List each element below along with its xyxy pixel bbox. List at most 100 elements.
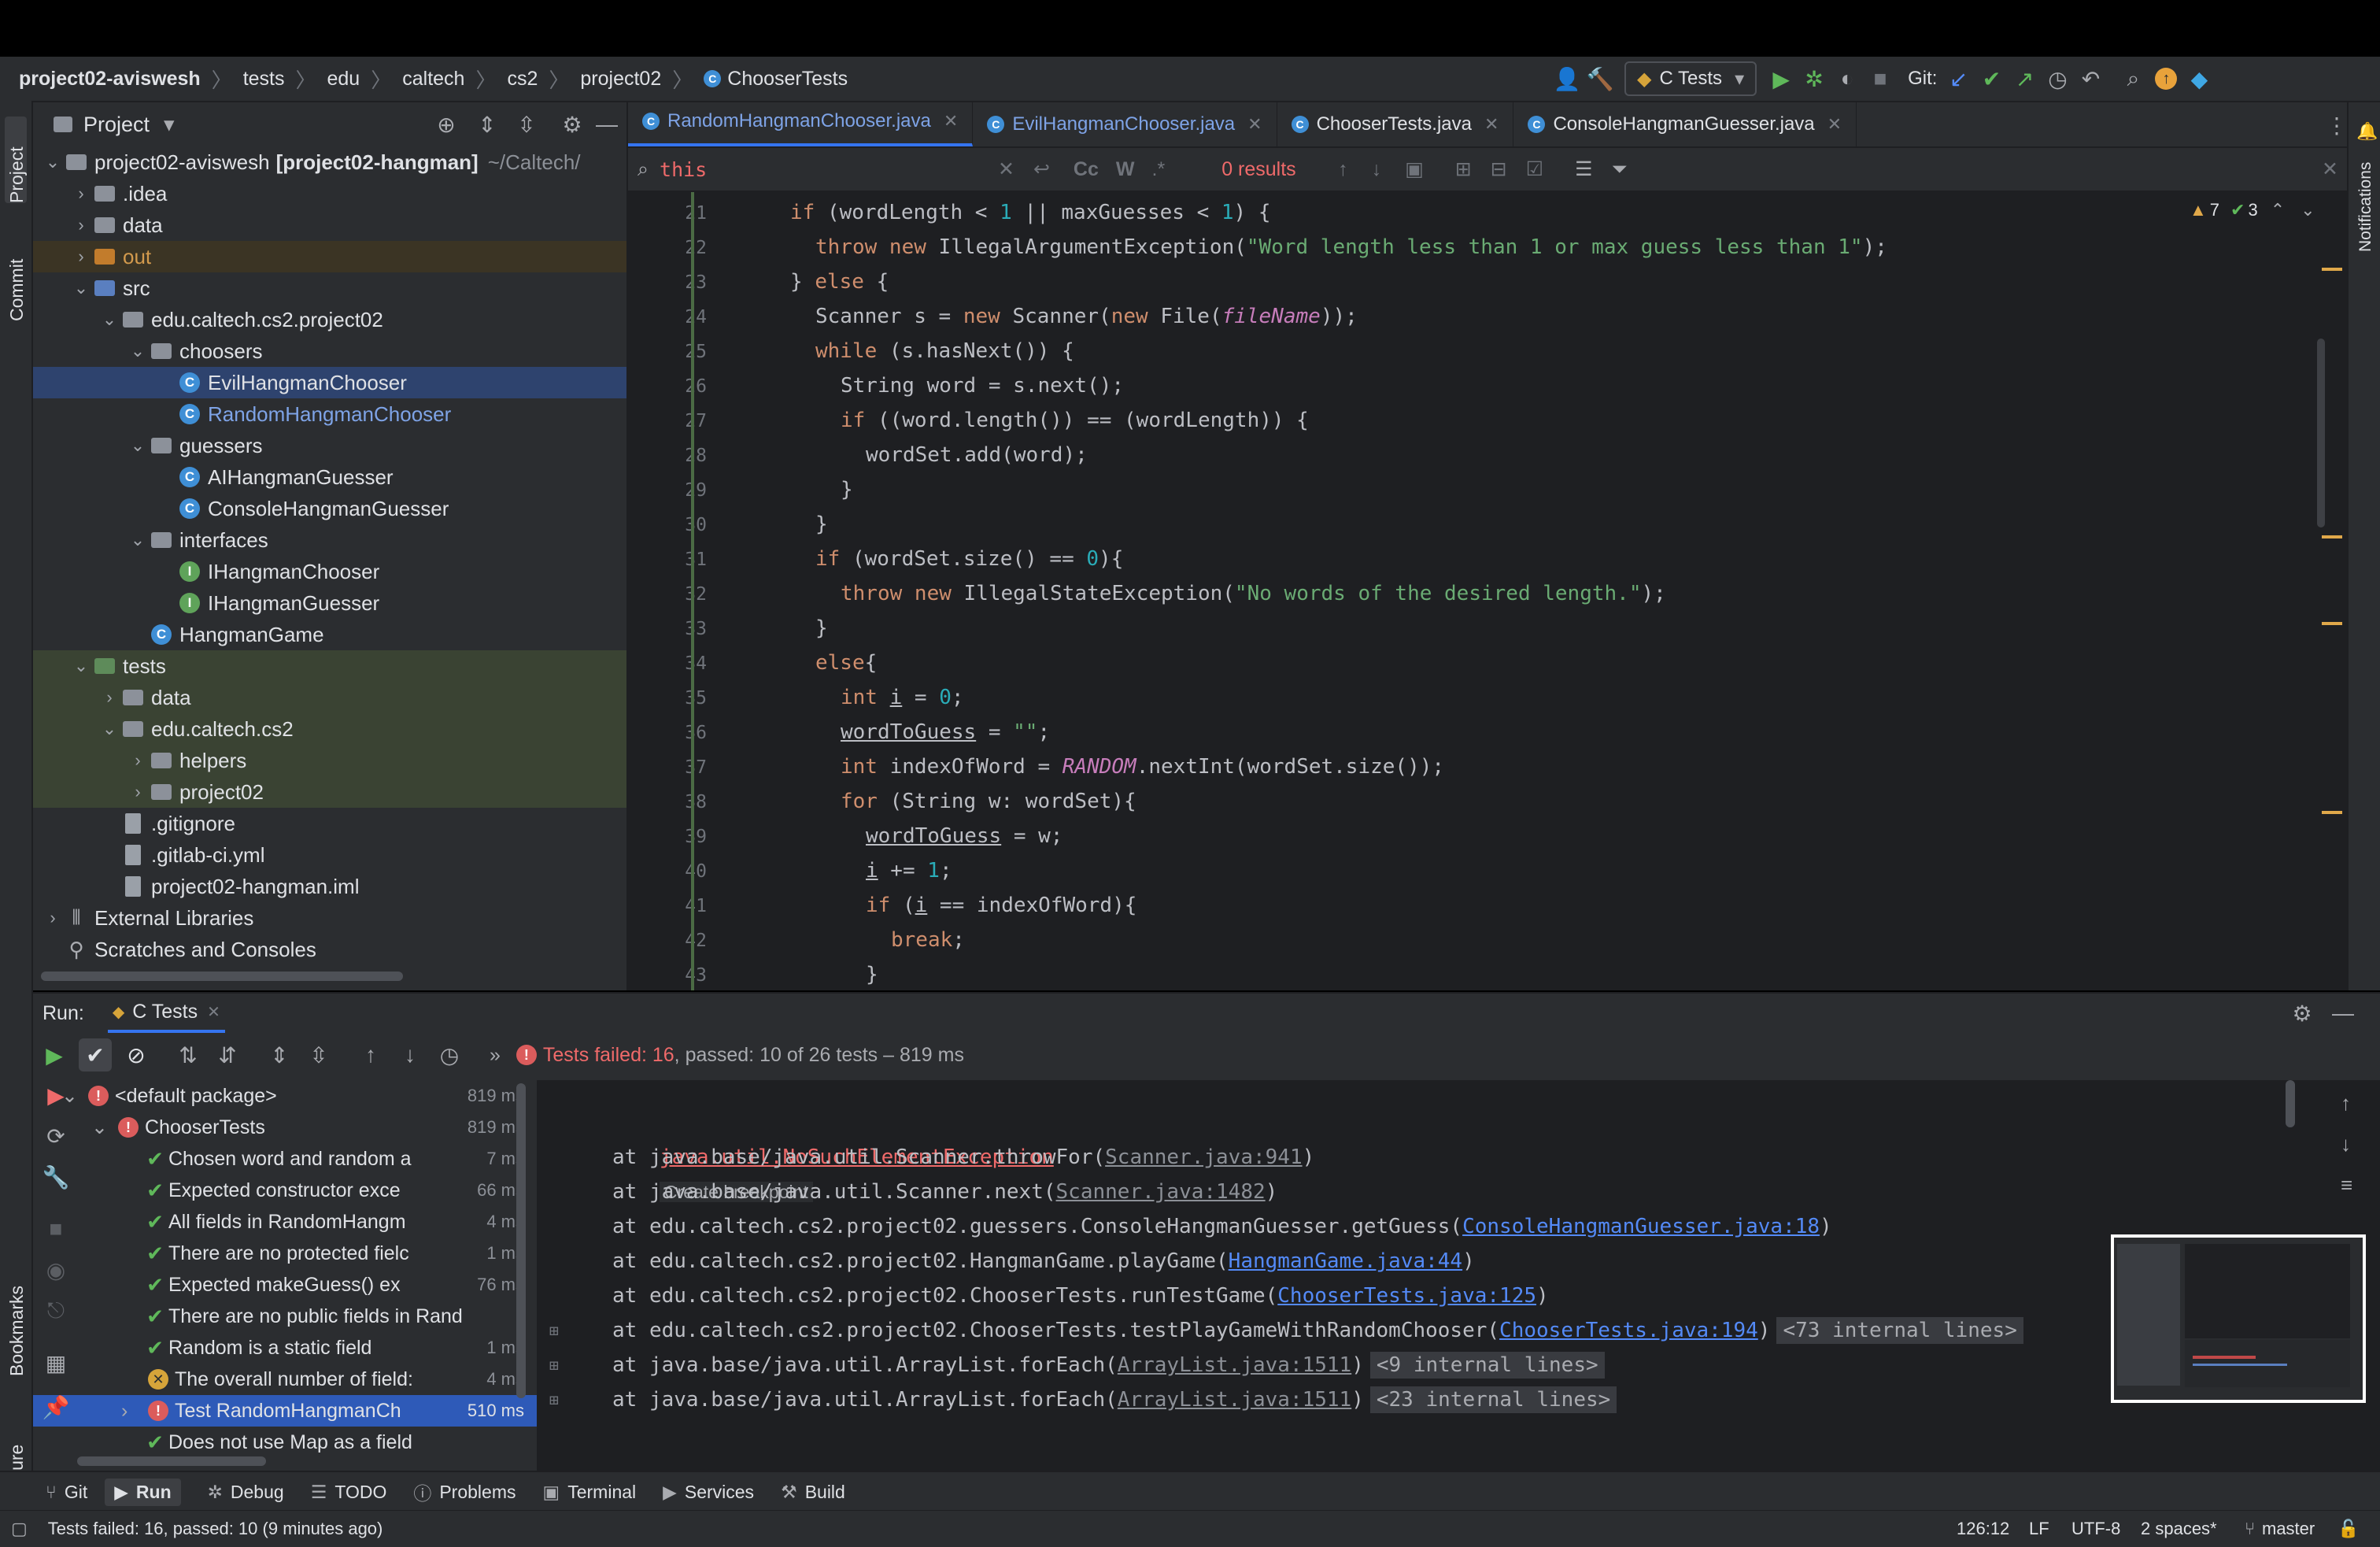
stack-frame[interactable]: at edu.caltech.cs2.project02.ChooserTest… — [612, 1279, 1549, 1313]
internal-lines-hint[interactable]: <9 internal lines> — [1369, 1352, 1605, 1379]
close-find-icon[interactable]: ✕ — [2322, 157, 2338, 181]
tree-item[interactable]: › .idea — [33, 178, 626, 209]
close-tab-icon[interactable]: ✕ — [944, 111, 958, 131]
vertical-scrollbar[interactable] — [2317, 339, 2325, 527]
horizontal-scrollbar[interactable] — [77, 1456, 266, 1466]
tree-item[interactable]: .gitlab-ci.yml — [33, 839, 626, 871]
settings-wrench-icon[interactable]: 🔧 — [39, 1160, 72, 1194]
previous-highlight-icon[interactable]: ⌃ — [2271, 200, 2285, 220]
minimize-icon[interactable]: — — [2326, 997, 2360, 1030]
coverage-icon[interactable]: ◐ — [1831, 62, 1864, 95]
editor-tab[interactable]: C ConsoleHangmanGuesser.java ✕ — [1513, 102, 1857, 146]
locate-icon[interactable]: ⊕ — [430, 108, 463, 141]
project-panel-title[interactable]: Project — [83, 113, 150, 137]
show-ignored-toggle[interactable]: ⊘ — [120, 1038, 153, 1071]
test-result-row[interactable]: ✔ There are no protected fielc 1 ms — [33, 1238, 537, 1269]
clear-search-icon[interactable]: ✕ — [998, 157, 1014, 181]
soft-wrap-icon[interactable]: ≡ — [2341, 1173, 2352, 1197]
collapse-all-icon[interactable]: ⇳ — [302, 1038, 335, 1071]
build-hammer-icon[interactable]: 🔨 — [1584, 62, 1617, 95]
stack-frame[interactable]: ⊞ at edu.caltech.cs2.project02.ChooserTes… — [549, 1313, 2023, 1348]
sort-alphabetically-icon[interactable]: ⇅ — [172, 1038, 205, 1071]
error-stripe-mark[interactable] — [2322, 535, 2342, 538]
test-result-row[interactable]: ✕ The overall number of field: 4 ms — [33, 1364, 537, 1395]
stack-frame[interactable]: ⊞ at java.base/java.util.ArrayList.forEac… — [549, 1382, 1617, 1417]
history-icon[interactable]: ◷ — [433, 1038, 466, 1071]
pin-icon[interactable]: 📌 — [39, 1390, 72, 1423]
error-stripe-mark[interactable] — [2322, 811, 2342, 814]
tree-item[interactable]: ⌄ guessers — [33, 430, 626, 461]
filter-options-icon[interactable]: ☰ — [1575, 157, 1592, 181]
tree-item[interactable]: C ConsoleHangmanGuesser — [33, 493, 626, 524]
todo-tool-button[interactable]: ☰ TODO — [311, 1482, 387, 1503]
rerun-icon[interactable]: ▶ — [38, 1038, 71, 1071]
git-push-icon[interactable]: ↗ — [2008, 62, 2041, 95]
tree-item[interactable]: › data — [33, 682, 626, 713]
tree-item[interactable]: C EvilHangmanChooser — [33, 367, 626, 398]
status-window-icon[interactable]: ▢ — [11, 1519, 28, 1539]
file-encoding[interactable]: UTF-8 — [2071, 1519, 2120, 1539]
git-update-icon[interactable]: ↙ — [1942, 62, 1975, 95]
source-link[interactable]: Scanner.java:941 — [1105, 1145, 1302, 1169]
rerun-failed-icon[interactable]: ▶ — [39, 1079, 72, 1112]
run-tab[interactable]: ◆ C Tests ✕ — [107, 994, 225, 1033]
editor-tab[interactable]: C RandomHangmanChooser.java ✕ — [628, 102, 974, 146]
status-message[interactable]: Tests failed: 16, passed: 10 (9 minutes … — [48, 1519, 383, 1539]
chevron-down-icon[interactable]: ▾ — [164, 113, 175, 137]
chevron-down-icon[interactable]: ⌄ — [91, 1116, 112, 1139]
tree-item[interactable]: I IHangmanGuesser — [33, 587, 626, 619]
breadcrumb-item[interactable]: edu — [327, 68, 360, 91]
lock-icon[interactable]: 🔓 — [2338, 1519, 2359, 1539]
filter-icon[interactable]: ⏷ — [1612, 158, 1628, 181]
chevron-right-icon[interactable]: › — [98, 687, 121, 708]
tree-item[interactable]: ⌄ project02-aviswesh [project02-hangman] ~/… — [33, 146, 626, 178]
tree-item[interactable]: ⌄ src — [33, 272, 626, 304]
tree-item[interactable]: › helpers — [33, 745, 626, 776]
source-link[interactable]: ChooserTests.java:194 — [1499, 1319, 1758, 1342]
history-icon[interactable]: ◷ — [2041, 62, 2074, 95]
close-tab-icon[interactable]: ✕ — [207, 1002, 220, 1022]
chevron-right-icon[interactable]: › — [69, 183, 93, 204]
tree-item[interactable]: C RandomHangmanChooser — [33, 398, 626, 430]
breadcrumb-item[interactable]: ChooserTests — [727, 68, 848, 91]
caret-position[interactable]: 126:12 — [1957, 1519, 2009, 1539]
source-link[interactable]: HangmanGame.java:44 — [1229, 1249, 1462, 1273]
test-result-row[interactable]: ✔ Chosen word and random a7 ms — [33, 1143, 537, 1175]
chevron-right-icon[interactable]: › — [121, 1400, 142, 1423]
toggle-auto-test-icon[interactable]: ⟳ — [39, 1120, 72, 1153]
expand-frames-icon[interactable]: ⊞ — [549, 1348, 559, 1382]
indent-setting[interactable]: 2 spaces* — [2141, 1519, 2217, 1539]
source-link[interactable]: Scanner.java:1482 — [1056, 1180, 1266, 1204]
chevron-down-icon[interactable]: ⌄ — [69, 278, 93, 298]
stack-frame[interactable]: at edu.caltech.cs2.project02.HangmanGame… — [612, 1244, 1475, 1279]
services-tool-button[interactable]: ▶ Services — [663, 1482, 754, 1503]
test-result-row[interactable]: ✔ There are no public fields in Rand — [33, 1301, 537, 1332]
tree-item[interactable]: I IHangmanChooser — [33, 556, 626, 587]
notifications-tool-button[interactable]: Notifications — [2356, 162, 2375, 252]
stack-frame[interactable]: at edu.caltech.cs2.project02.guessers.Co… — [612, 1209, 1832, 1244]
next-occurrence-icon[interactable]: ↓ — [1372, 158, 1382, 181]
commit-tool-button[interactable]: Commit — [6, 259, 28, 321]
chevron-right-icon[interactable]: › — [41, 908, 65, 928]
stack-frame[interactable]: at java.base/java.util.Scanner.throwFor(… — [612, 1140, 1314, 1175]
debug-icon[interactable]: ✲ — [1798, 62, 1831, 95]
expand-all-icon[interactable]: ⇕ — [263, 1038, 296, 1071]
tree-item[interactable]: › data — [33, 209, 626, 241]
tree-item[interactable]: › out — [33, 241, 626, 272]
chevron-down-icon[interactable]: ⌄ — [98, 719, 121, 739]
source-link[interactable]: ConsoleHangmanGuesser.java:18 — [1462, 1215, 1820, 1238]
chevron-down-icon[interactable]: ⌄ — [126, 435, 150, 456]
internal-lines-hint[interactable]: <73 internal lines> — [1776, 1317, 2023, 1344]
close-tab-icon[interactable]: ✕ — [1828, 114, 1842, 135]
editor-tab[interactable]: C ChooserTests.java ✕ — [1277, 102, 1514, 146]
tree-item[interactable]: ⚲ Scratches and Consoles — [33, 934, 626, 965]
previous-failed-icon[interactable]: ↑ — [354, 1038, 387, 1071]
show-passed-toggle[interactable]: ✔ — [79, 1038, 112, 1071]
stop-icon[interactable]: ■ — [1864, 62, 1897, 95]
whole-word-toggle[interactable]: W — [1116, 158, 1135, 181]
console-output[interactable]: java.util.NoSuchElementException Create … — [538, 1080, 2380, 1471]
breadcrumb-item[interactable]: cs2 — [507, 68, 538, 91]
next-highlight-icon[interactable]: ⌄ — [2301, 200, 2315, 220]
internal-lines-hint[interactable]: <23 internal lines> — [1369, 1386, 1617, 1413]
screenshot-thumbnail[interactable] — [2111, 1234, 2366, 1403]
